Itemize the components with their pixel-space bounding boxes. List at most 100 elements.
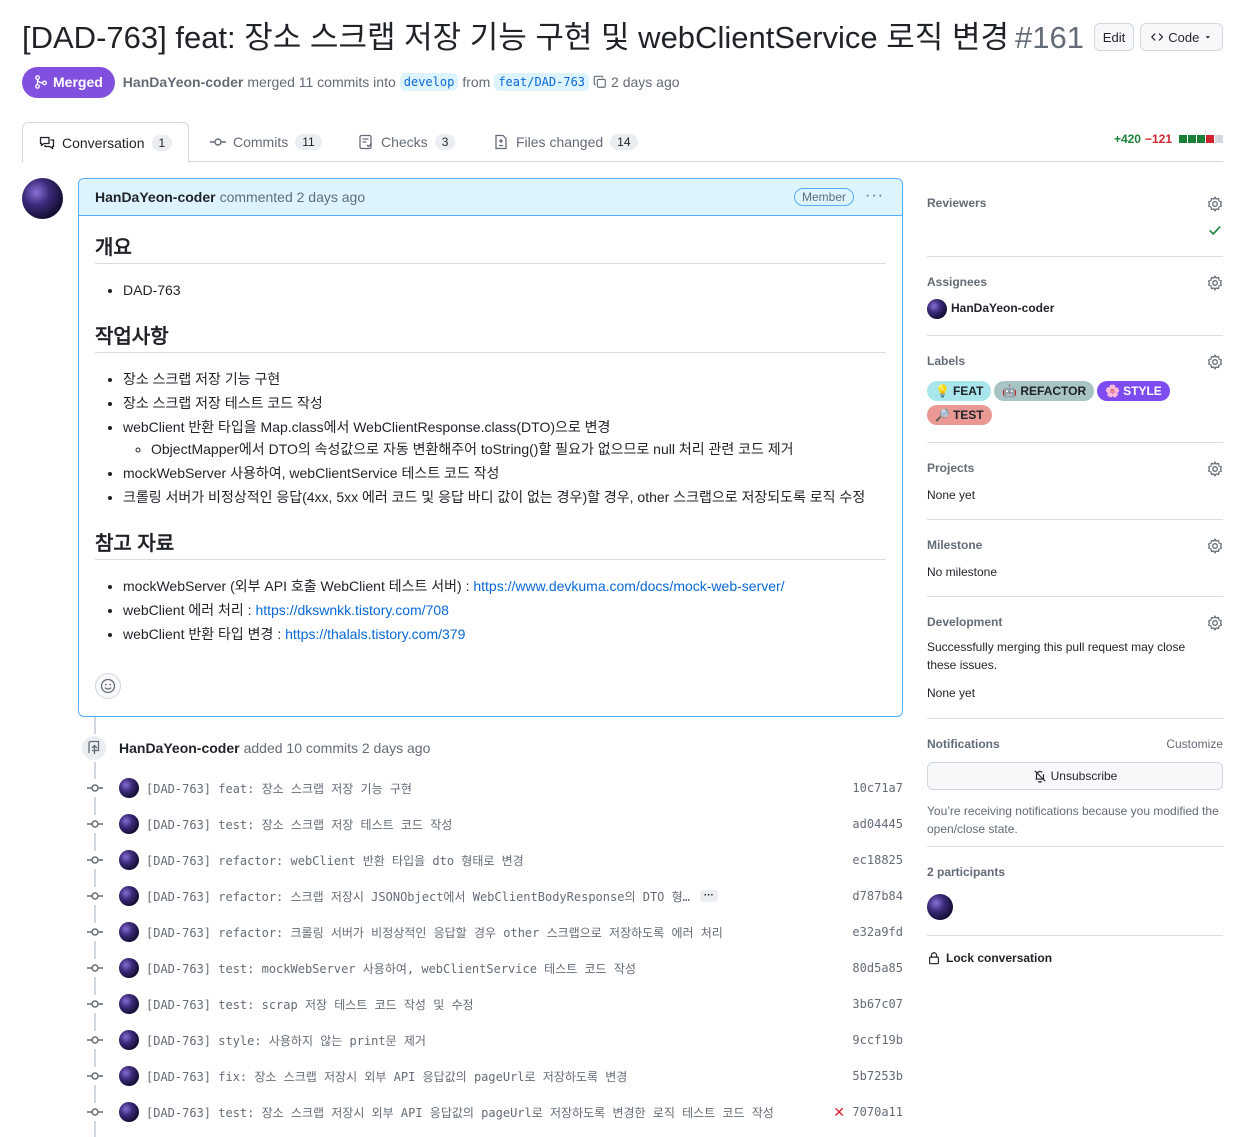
- ref-link[interactable]: https://www.devkuma.com/docs/mock-web-se…: [473, 578, 784, 594]
- commit-icon: [86, 1031, 104, 1049]
- copy-icon[interactable]: [593, 75, 607, 89]
- check-failed-icon[interactable]: ✕: [833, 1104, 845, 1121]
- code-button[interactable]: Code: [1140, 23, 1223, 51]
- commit-sha[interactable]: 5b7253b: [852, 1069, 903, 1083]
- milestone-title[interactable]: Milestone: [927, 538, 982, 552]
- comment-author[interactable]: HanDaYeon-coder: [95, 189, 216, 205]
- label-style[interactable]: 🌸 STYLE: [1097, 381, 1170, 401]
- lock-conversation-button[interactable]: Lock conversation: [927, 951, 1052, 965]
- gear-icon[interactable]: [1207, 275, 1223, 291]
- label-name: TEST: [952, 408, 984, 422]
- commit-sha[interactable]: 9ccf19b: [852, 1033, 903, 1047]
- label-feat[interactable]: 💡 FEAT: [927, 381, 992, 401]
- commit-sha[interactable]: e32a9fd: [852, 925, 903, 939]
- commit-row[interactable]: [DAD-763] refactor: 스크랩 저장시 JSONObject에서…: [86, 884, 903, 908]
- gear-icon[interactable]: [1207, 538, 1223, 554]
- timeline-author[interactable]: HanDaYeon-coder: [119, 740, 240, 756]
- commit-row[interactable]: [DAD-763] fix: 장소 스크랩 저장시 외부 API 응답값의 pa…: [86, 1064, 903, 1088]
- commit-row[interactable]: [DAD-763] feat: 장소 스크랩 저장 기능 구현 10c71a7: [86, 776, 903, 800]
- gear-icon[interactable]: [1207, 196, 1223, 212]
- tab-files-changed[interactable]: Files changed 14: [493, 122, 638, 162]
- commit-author-avatar[interactable]: [119, 994, 139, 1014]
- add-reaction-button[interactable]: [95, 673, 121, 699]
- kebab-menu-icon[interactable]: ···: [865, 187, 884, 205]
- commit-row[interactable]: [DAD-763] test: 장소 스크랩 저장시 외부 API 응답값의 p…: [86, 1100, 903, 1124]
- assignees-title[interactable]: Assignees: [927, 275, 987, 289]
- commit-message[interactable]: [DAD-763] refactor: 스크랩 저장시 JSONObject에서…: [146, 888, 690, 905]
- commit-author-avatar[interactable]: [119, 814, 139, 834]
- commit-message[interactable]: [DAD-763] test: scrap 저장 테스트 코드 작성 및 수정: [146, 996, 474, 1013]
- ref-link[interactable]: https://thalals.tistory.com/379: [285, 626, 465, 642]
- list-item: mockWebServer (외부 API 호출 WebClient 테스트 서…: [123, 576, 886, 596]
- commit-message[interactable]: [DAD-763] test: 장소 스크랩 저장 테스트 코드 작성: [146, 816, 452, 833]
- unsubscribe-button[interactable]: Unsubscribe: [927, 762, 1223, 790]
- commit-sha[interactable]: ec18825: [852, 853, 903, 867]
- commit-sha[interactable]: 10c71a7: [852, 781, 903, 795]
- merged-status-label: Merged: [53, 74, 103, 90]
- gear-icon[interactable]: [1207, 461, 1223, 477]
- timeline-action: added 10 commits 2 days ago: [243, 740, 431, 756]
- commit-icon: [86, 959, 104, 977]
- expand-commit-message-button[interactable]: ···: [699, 890, 718, 902]
- commit-author-avatar[interactable]: [119, 778, 139, 798]
- commit-row[interactable]: [DAD-763] test: 장소 스크랩 저장 테스트 코드 작성 ad044…: [86, 812, 903, 836]
- assignee-avatar[interactable]: [927, 299, 947, 319]
- commit-sha[interactable]: ad04445: [852, 817, 903, 831]
- assignee-name[interactable]: HanDaYeon-coder: [951, 301, 1054, 315]
- commit-author-avatar[interactable]: [119, 886, 139, 906]
- commit-author-avatar[interactable]: [119, 922, 139, 942]
- projects-section: Projects None yet: [927, 451, 1223, 520]
- commit-message[interactable]: [DAD-763] style: 사용하지 않는 print문 제거: [146, 1032, 426, 1049]
- commit-message[interactable]: [DAD-763] feat: 장소 스크랩 저장 기능 구현: [146, 780, 412, 797]
- commit-author-avatar[interactable]: [119, 958, 139, 978]
- label-test[interactable]: 🔎 TEST: [927, 405, 992, 425]
- gear-icon[interactable]: [1207, 615, 1223, 631]
- overview-list: DAD-763: [95, 280, 886, 300]
- development-section: Development Successfully merging this pu…: [927, 605, 1223, 719]
- unsubscribe-label: Unsubscribe: [1050, 769, 1118, 783]
- commit-sha[interactable]: d787b84: [852, 889, 903, 903]
- commit-author-avatar[interactable]: [119, 1102, 139, 1122]
- commit-row[interactable]: [DAD-763] refactor: webClient 반환 타입을 dto…: [86, 848, 903, 872]
- pr-header: [DAD-763] feat: 장소 스크랩 저장 기능 구현 및 webCli…: [22, 18, 1223, 60]
- reviewers-title[interactable]: Reviewers: [927, 196, 986, 210]
- commit-row[interactable]: [DAD-763] test: scrap 저장 테스트 코드 작성 및 수정 3…: [86, 992, 903, 1016]
- development-title[interactable]: Development: [927, 615, 1002, 629]
- commit-author-avatar[interactable]: [119, 850, 139, 870]
- pr-number: #161: [1014, 20, 1084, 55]
- label-refactor[interactable]: 🤖 REFACTOR: [994, 381, 1095, 401]
- projects-title[interactable]: Projects: [927, 461, 974, 475]
- commit-message[interactable]: [DAD-763] test: mockWebServer 사용하여, webC…: [146, 960, 636, 977]
- ref-label: webClient 에러 처리 :: [123, 602, 256, 618]
- check-icon: [1209, 225, 1221, 236]
- head-branch[interactable]: feat/DAD-763: [494, 73, 590, 91]
- author-avatar[interactable]: [22, 178, 63, 219]
- gear-icon[interactable]: [1207, 354, 1223, 370]
- commit-message[interactable]: [DAD-763] refactor: webClient 반환 타입을 dto…: [146, 852, 524, 869]
- pr-description-comment: HanDaYeon-coder commented 2 days ago Mem…: [78, 178, 903, 717]
- customize-link[interactable]: Customize: [1166, 737, 1223, 751]
- ref-link[interactable]: https://dkswnkk.tistory.com/708: [255, 602, 448, 618]
- pr-title: [DAD-763] feat: 장소 스크랩 저장 기능 구현 및 webCli…: [22, 18, 1084, 58]
- tab-checks[interactable]: Checks 3: [358, 122, 456, 162]
- tab-commits[interactable]: Commits 11: [210, 122, 322, 162]
- commit-author-avatar[interactable]: [119, 1066, 139, 1086]
- commit-sha[interactable]: 80d5a85: [852, 961, 903, 975]
- edit-button[interactable]: Edit: [1094, 23, 1134, 51]
- base-branch[interactable]: develop: [399, 73, 459, 91]
- participant-avatar[interactable]: [927, 894, 953, 920]
- commit-sha[interactable]: 7070a11: [852, 1105, 903, 1119]
- tab-conversation[interactable]: Conversation 1: [22, 122, 190, 163]
- commit-sha[interactable]: 3b67c07: [852, 997, 903, 1011]
- commit-author-avatar[interactable]: [119, 1030, 139, 1050]
- commit-row[interactable]: [DAD-763] test: mockWebServer 사용하여, webC…: [86, 956, 903, 980]
- commit-row[interactable]: [DAD-763] refactor: 크롤링 서버가 비정상적인 응답할 경우…: [86, 920, 903, 944]
- tab-counter: 14: [610, 134, 638, 150]
- commit-message[interactable]: [DAD-763] refactor: 크롤링 서버가 비정상적인 응답할 경우…: [146, 924, 723, 941]
- commit-row[interactable]: [DAD-763] style: 사용하지 않는 print문 제거 9ccf19…: [86, 1028, 903, 1052]
- diff-block: [1215, 135, 1223, 143]
- commit-message[interactable]: [DAD-763] fix: 장소 스크랩 저장시 외부 API 응답값의 pa…: [146, 1068, 627, 1085]
- labels-title[interactable]: Labels: [927, 354, 965, 368]
- pr-author-link[interactable]: HanDaYeon-coder: [123, 74, 244, 90]
- commit-message[interactable]: [DAD-763] test: 장소 스크랩 저장시 외부 API 응답값의 p…: [146, 1104, 774, 1121]
